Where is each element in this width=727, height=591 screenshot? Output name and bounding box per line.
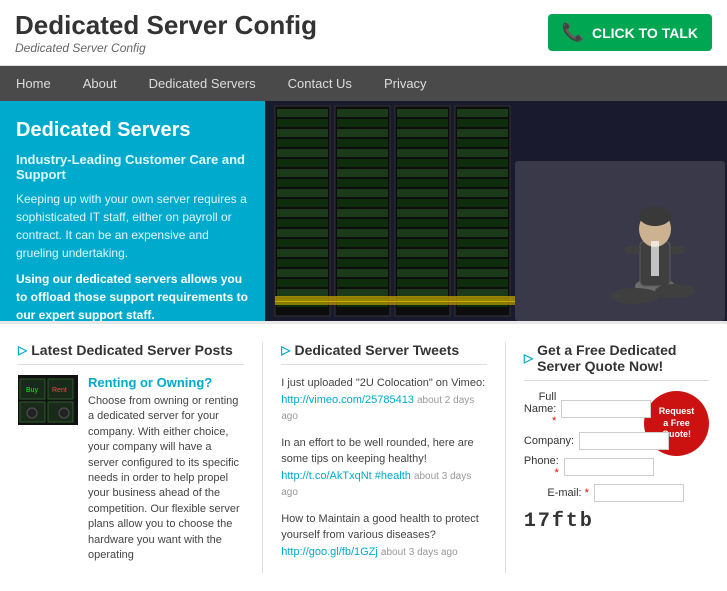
tweet-2-link[interactable]: http://t.co/AkTxqNt bbox=[281, 470, 371, 482]
click-to-talk-button[interactable]: 📞 CLICK TO TALK bbox=[548, 14, 712, 51]
server-rack-svg bbox=[265, 101, 727, 321]
tweets-arrow-icon: ▷ bbox=[281, 343, 290, 357]
tweet-3-time: about 3 days ago bbox=[381, 547, 458, 558]
company-input[interactable] bbox=[579, 432, 669, 450]
site-header: Dedicated Server Config Dedicated Server… bbox=[0, 0, 727, 66]
nav-item-home[interactable]: Home bbox=[0, 66, 67, 101]
tweet-3-text: How to Maintain a good health to protect… bbox=[281, 513, 479, 542]
svg-text:Rent: Rent bbox=[52, 387, 67, 394]
form-row-email: E-mail: * bbox=[524, 484, 709, 502]
post-thumbnail: Buy Rent bbox=[18, 375, 78, 425]
tweet-3: How to Maintain a good health to protect… bbox=[281, 511, 487, 561]
fullname-input[interactable] bbox=[561, 400, 651, 418]
hero-heading: Dedicated Servers bbox=[16, 119, 249, 142]
site-title: Dedicated Server Config bbox=[15, 10, 317, 41]
hero-body1: Keeping up with your own server requires… bbox=[16, 190, 249, 262]
posts-section-label: Latest Dedicated Server Posts bbox=[31, 342, 233, 358]
quote-title: ▷ Get a Free Dedicated Server Quote Now! bbox=[524, 342, 709, 381]
quote-section-label: Get a Free Dedicated Server Quote Now! bbox=[537, 342, 709, 374]
quote-column: ▷ Get a Free Dedicated Server Quote Now!… bbox=[524, 342, 709, 573]
main-content: ▷ Latest Dedicated Server Posts Buy Rent bbox=[0, 321, 727, 591]
tweet-2-hashtag: #health bbox=[375, 470, 411, 482]
hero-body2: Using our dedicated servers allows you t… bbox=[16, 270, 249, 324]
post-text: Renting or Owning? Choose from owning or… bbox=[88, 375, 244, 563]
company-label: Company: bbox=[524, 435, 574, 447]
nav-item-dedicated[interactable]: Dedicated Servers bbox=[133, 66, 272, 101]
nav-item-contact[interactable]: Contact Us bbox=[272, 66, 368, 101]
nav-list: Home About Dedicated Servers Contact Us … bbox=[0, 66, 727, 101]
divider-1 bbox=[262, 342, 263, 573]
site-branding: Dedicated Server Config Dedicated Server… bbox=[15, 10, 317, 55]
hero-section: Dedicated Servers Industry-Leading Custo… bbox=[0, 101, 727, 321]
posts-arrow-icon: ▷ bbox=[18, 343, 27, 357]
tweets-column: ▷ Dedicated Server Tweets I just uploade… bbox=[281, 342, 487, 573]
post-thumb-svg: Buy Rent bbox=[18, 375, 78, 425]
tweets-title: ▷ Dedicated Server Tweets bbox=[281, 342, 487, 365]
posts-title: ▷ Latest Dedicated Server Posts bbox=[18, 342, 244, 365]
hero-image bbox=[265, 101, 727, 321]
email-label: E-mail: * bbox=[524, 487, 589, 499]
main-nav: Home About Dedicated Servers Contact Us … bbox=[0, 66, 727, 101]
tweet-3-link[interactable]: http://goo.gl/fb/1GZj bbox=[281, 546, 378, 558]
divider-2 bbox=[505, 342, 506, 573]
phone-label: Phone: * bbox=[524, 455, 559, 479]
site-subtitle: Dedicated Server Config bbox=[15, 41, 317, 55]
post-item: Buy Rent Renting or Owning? Choose from … bbox=[18, 375, 244, 563]
tweet-1: I just uploaded "2U Colocation" on Vimeo… bbox=[281, 375, 487, 425]
fullname-label: Full Name: * bbox=[524, 391, 556, 427]
posts-column: ▷ Latest Dedicated Server Posts Buy Rent bbox=[18, 342, 244, 573]
phone-input[interactable] bbox=[564, 458, 654, 476]
form-row-company: Company: bbox=[524, 432, 636, 450]
tweet-2-text: In an effort to be well rounded, here ar… bbox=[281, 437, 473, 466]
post-title: Renting or Owning? bbox=[88, 375, 244, 390]
nav-item-about[interactable]: About bbox=[67, 66, 133, 101]
svg-text:Buy: Buy bbox=[26, 387, 39, 394]
nav-item-privacy[interactable]: Privacy bbox=[368, 66, 443, 101]
form-row-phone: Phone: * bbox=[524, 455, 636, 479]
tweets-section-label: Dedicated Server Tweets bbox=[294, 342, 459, 358]
form-row-fullname: Full Name: * bbox=[524, 391, 636, 427]
hero-subtitle: Industry-Leading Customer Care and Suppo… bbox=[16, 152, 249, 182]
hero-right bbox=[265, 101, 727, 321]
quote-arrow-icon: ▷ bbox=[524, 351, 533, 365]
cta-label: CLICK TO TALK bbox=[592, 25, 698, 41]
tweet-2: In an effort to be well rounded, here ar… bbox=[281, 435, 487, 501]
email-input[interactable] bbox=[594, 484, 684, 502]
hero-left: Dedicated Servers Industry-Leading Custo… bbox=[0, 101, 265, 321]
phone-icon: 📞 bbox=[562, 22, 584, 43]
captcha-display: 17ftb bbox=[524, 510, 709, 533]
tweet-1-text: I just uploaded "2U Colocation" on Vimeo… bbox=[281, 377, 485, 389]
tweet-1-link[interactable]: http://vimeo.com/25785413 bbox=[281, 394, 414, 406]
post-body: Choose from owning or renting a dedicate… bbox=[88, 394, 244, 563]
